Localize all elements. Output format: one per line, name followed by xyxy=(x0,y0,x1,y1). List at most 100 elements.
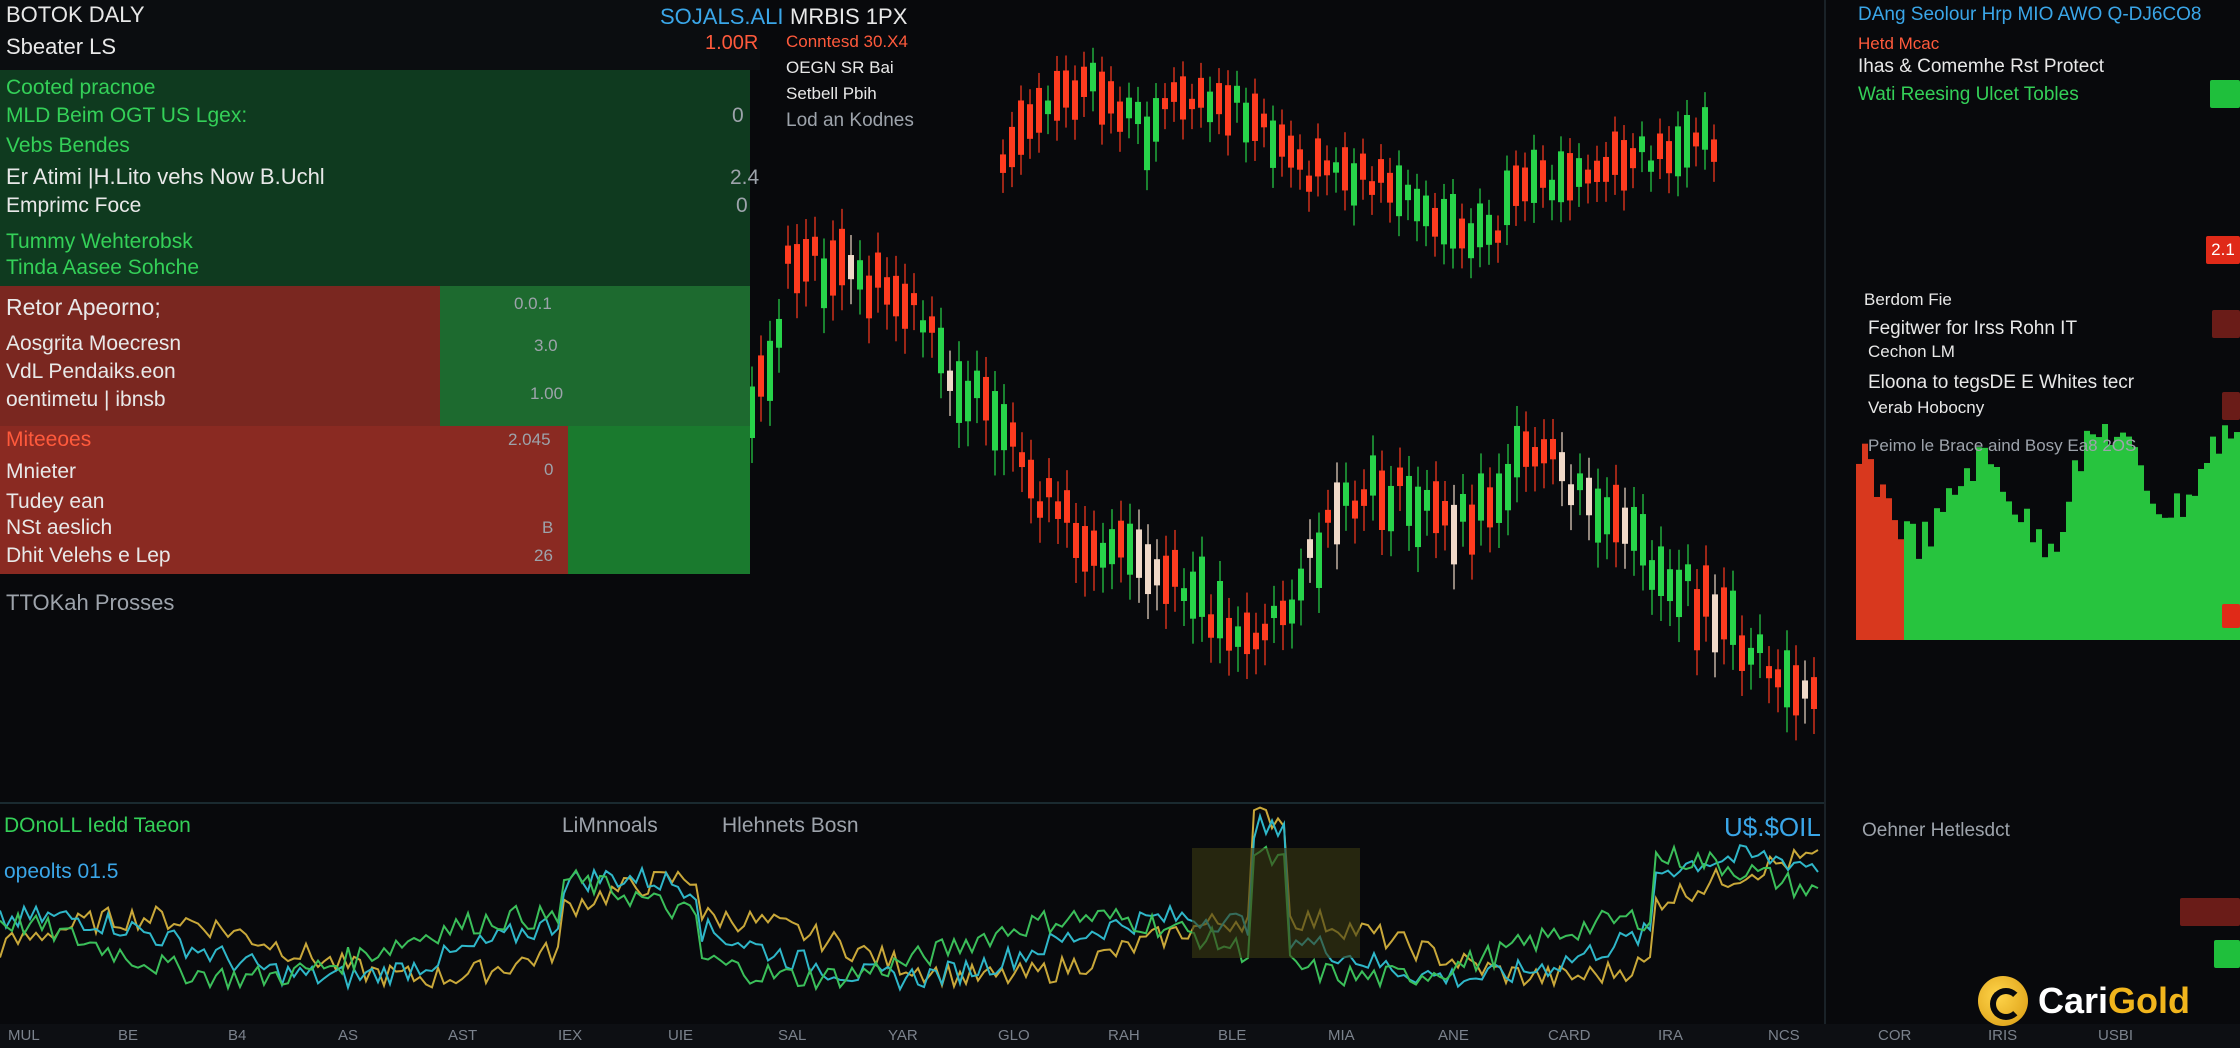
time-axis-label: SAL xyxy=(778,1027,807,1044)
watchlist-row[interactable]: oentimetu | ibnsb xyxy=(6,388,166,412)
candle-body xyxy=(1009,126,1015,168)
volume-bar xyxy=(2096,437,2102,640)
watchlist-row[interactable]: Emprimc Foce xyxy=(6,194,141,218)
candle-body xyxy=(1001,404,1007,451)
right-row[interactable]: Wati Reesing Ulcet Tobles xyxy=(1858,84,2079,106)
volume-bar xyxy=(1964,468,1970,640)
candle-body xyxy=(1541,439,1547,464)
watchlist-row[interactable]: Tudey ean xyxy=(6,490,104,514)
watchlist-value: B xyxy=(542,518,554,537)
candle-body xyxy=(1351,163,1357,206)
candle-body xyxy=(1711,139,1717,162)
watchlist-group-value: 2.045 xyxy=(508,430,551,449)
watchlist-row[interactable]: Mnieter xyxy=(6,460,76,484)
candle-body xyxy=(1225,85,1231,136)
candle-body xyxy=(1262,623,1268,641)
candle-body xyxy=(1055,501,1061,519)
time-axis[interactable]: MUL BE B4 AS AST IEX UIE SAL YAR GLO RAH BLE MIA ANE C… xyxy=(0,1024,2240,1048)
watchlist-row[interactable]: MLD Beim OGT US Lgex: xyxy=(6,104,247,128)
candle-body xyxy=(965,380,971,422)
right-row[interactable]: Verab Hobocny xyxy=(1868,398,1984,418)
candle-body xyxy=(1235,626,1241,647)
ticker-symbol[interactable]: SOJALS.ALI xyxy=(660,4,784,30)
time-axis-label: COR xyxy=(1878,1027,1912,1044)
candle-body xyxy=(1405,184,1411,201)
candle-body xyxy=(1244,612,1250,655)
volume-bar xyxy=(2192,495,2198,640)
candle-body xyxy=(1172,549,1178,587)
tab-linears[interactable]: LiMnnoals xyxy=(562,814,658,838)
candle-body xyxy=(1091,530,1097,566)
candle-body xyxy=(1253,632,1259,650)
right-row[interactable]: Eloona to tegsDE E Whites tecr xyxy=(1868,372,2134,394)
candle-body xyxy=(1154,559,1160,586)
watchlist-value: 0 xyxy=(544,460,554,479)
right-row[interactable]: Cechon LM xyxy=(1868,342,1955,362)
right-row[interactable]: Peimo le Brace aind Bosy Ea8 2OS xyxy=(1868,436,2136,456)
candle-body xyxy=(947,370,953,391)
watchlist-row[interactable]: Tummy Wehterobsk xyxy=(6,230,193,254)
candle-body xyxy=(1217,581,1223,639)
candle-body xyxy=(1459,218,1465,249)
candle-body xyxy=(1550,438,1556,460)
candle-body xyxy=(767,340,773,401)
candle-body xyxy=(848,255,854,280)
right-row[interactable]: Fegitwer for Irss Rohn IT xyxy=(1868,318,2077,340)
app-title: BOTOK DALY xyxy=(6,2,145,27)
candle-body xyxy=(1153,98,1159,142)
volume-bar xyxy=(2012,514,2018,640)
candle-body xyxy=(1162,98,1168,110)
volume-bar xyxy=(2084,430,2090,640)
candle-body xyxy=(1513,165,1519,206)
time-axis-label: ANE xyxy=(1438,1027,1469,1044)
candle-body xyxy=(1307,539,1313,558)
volume-bar xyxy=(1916,558,1922,640)
candle-body xyxy=(1450,193,1456,249)
watchlist-row[interactable]: Cooted pracnoe xyxy=(6,76,155,100)
candle-body xyxy=(1342,147,1348,191)
volume-bar xyxy=(1868,459,1874,640)
candle-body xyxy=(1180,76,1186,120)
indicator-panel-title: DOnoLL Iedd Taeon xyxy=(4,814,191,837)
watchlist-row[interactable]: VdL Pendaiks.eon xyxy=(6,360,176,384)
candle-body xyxy=(1676,569,1682,618)
candle-body xyxy=(1028,459,1034,499)
candle-body xyxy=(1181,588,1187,601)
watchlist-row[interactable]: Tinda Aasee Sohche xyxy=(6,256,199,280)
watchlist-row[interactable]: NSt aeslich xyxy=(6,516,112,540)
brand-name: CariGold xyxy=(2038,980,2190,1022)
right-row[interactable]: Berdom Fie xyxy=(1864,290,1952,310)
candle-body xyxy=(1099,71,1105,125)
candle-body xyxy=(1621,140,1627,191)
right-row[interactable]: Ihas & Comemhe Rst Protect xyxy=(1858,56,2104,78)
top-value: 1.00R xyxy=(705,32,759,54)
candle-body xyxy=(1424,489,1430,511)
watchlist-group-header[interactable]: Retor Apeorno; xyxy=(6,294,161,321)
watchlist-group-header[interactable]: Miteeoes xyxy=(6,428,91,452)
watchlist-row[interactable]: Dhit Velehs e Lep xyxy=(6,544,171,568)
watchlist-group-2-right xyxy=(440,286,750,426)
candle-body xyxy=(1712,594,1718,653)
volume-bar xyxy=(2072,460,2078,640)
watchlist-row[interactable]: Er Atimi |H.Lito vehs Now B.Uchl xyxy=(6,164,325,190)
volume-bar xyxy=(2156,514,2162,640)
volume-bar xyxy=(1946,488,1952,640)
watchlist-row[interactable]: Vebs Bendes xyxy=(6,134,130,158)
candle-body xyxy=(1469,504,1475,555)
ticker-symbol-2[interactable]: MRBIS 1PX xyxy=(790,4,907,30)
candle-body xyxy=(1702,107,1708,150)
candle-body xyxy=(1468,223,1474,259)
candle-body xyxy=(1297,149,1303,170)
price-badge xyxy=(2212,310,2240,338)
brand-name-b: Gold xyxy=(2108,980,2191,1021)
candle-body xyxy=(866,275,872,319)
candle-body xyxy=(1540,160,1546,188)
candle-body xyxy=(1288,135,1294,168)
candle-body xyxy=(1703,565,1709,617)
tab-helmets[interactable]: Hlehnets Bosn xyxy=(722,814,859,838)
volume-bar xyxy=(2198,468,2204,640)
watchlist-row[interactable]: Aosgrita Moecresn xyxy=(6,332,181,356)
candle-body xyxy=(1171,82,1177,102)
candle-body xyxy=(1630,148,1636,169)
candle-body xyxy=(1397,467,1403,487)
